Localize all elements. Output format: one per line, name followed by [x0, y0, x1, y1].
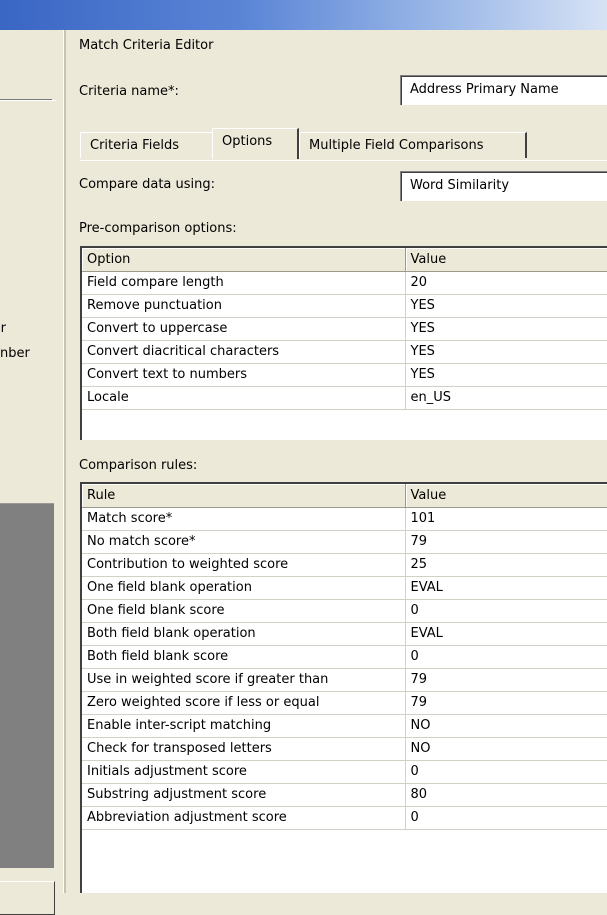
- cell-value[interactable]: YES: [405, 294, 607, 318]
- table-row[interactable]: Remove punctuation YES: [82, 294, 607, 318]
- table-row[interactable]: One field blank operation EVAL: [82, 576, 607, 600]
- cell-name: Initials adjustment score: [82, 760, 406, 784]
- table-row[interactable]: Convert to uppercase YES: [82, 317, 607, 341]
- column-header-value[interactable]: Value: [405, 248, 607, 272]
- cell-name: Contribution to weighted score: [82, 553, 406, 577]
- criteria-name-input[interactable]: Address Primary Name: [400, 75, 607, 105]
- table-row[interactable]: Both field blank score 0: [82, 645, 607, 669]
- cell-name: One field blank operation: [82, 576, 406, 600]
- cell-value[interactable]: 0: [405, 806, 607, 830]
- cell-value[interactable]: YES: [405, 317, 607, 341]
- pre-comparison-label: Pre-comparison options:: [79, 221, 237, 236]
- cell-name: Remove punctuation: [82, 294, 406, 318]
- left-pane-text-2: nber: [0, 346, 30, 361]
- editor-title: Match Criteria Editor: [79, 38, 214, 53]
- cell-value[interactable]: NO: [405, 714, 607, 738]
- cell-name: Abbreviation adjustment score: [82, 806, 406, 830]
- table-row[interactable]: Initials adjustment score 0: [82, 760, 607, 784]
- left-pane-separator: [0, 100, 56, 101]
- left-pane-button[interactable]: [0, 881, 55, 915]
- cell-name: Convert to uppercase: [82, 317, 406, 341]
- comparison-rules-label: Comparison rules:: [79, 458, 198, 473]
- cell-name: Both field blank score: [82, 645, 406, 669]
- table-row[interactable]: Substring adjustment score 80: [82, 783, 607, 807]
- cell-name: Check for transposed letters: [82, 737, 406, 761]
- table-row[interactable]: Zero weighted score if less or equal 79: [82, 691, 607, 715]
- table-row[interactable]: One field blank score 0: [82, 599, 607, 623]
- cell-value[interactable]: 79: [405, 668, 607, 692]
- table-row[interactable]: Check for transposed letters NO: [82, 737, 607, 761]
- cell-value[interactable]: NO: [405, 737, 607, 761]
- criteria-name-label: Criteria name*:: [79, 84, 179, 99]
- table-row[interactable]: Abbreviation adjustment score 0: [82, 806, 607, 830]
- cell-name: Convert diacritical characters: [82, 340, 406, 364]
- cell-name: No match score*: [82, 530, 406, 554]
- cell-name: Both field blank operation: [82, 622, 406, 646]
- cell-name: Match score*: [82, 507, 406, 531]
- tab-multiple-field-comparisons[interactable]: Multiple Field Comparisons: [299, 132, 527, 158]
- cell-value[interactable]: YES: [405, 363, 607, 387]
- column-header-option[interactable]: Option: [82, 248, 406, 272]
- cell-value[interactable]: 20: [405, 271, 607, 295]
- cell-value[interactable]: 0: [405, 760, 607, 784]
- tab-separator: [80, 160, 607, 161]
- cell-value[interactable]: YES: [405, 340, 607, 364]
- compare-data-label: Compare data using:: [79, 177, 216, 192]
- cell-name: Zero weighted score if less or equal: [82, 691, 406, 715]
- cell-value[interactable]: EVAL: [405, 622, 607, 646]
- window-titlebar: [0, 0, 607, 30]
- cell-value[interactable]: 79: [405, 530, 607, 554]
- comparison-rules-grid: Rule Value Match score* 101 No match score…: [80, 482, 607, 893]
- cell-value[interactable]: en_US: [405, 386, 607, 410]
- splitter[interactable]: [63, 30, 66, 893]
- left-pane: er nber: [0, 30, 63, 915]
- cell-value[interactable]: 25: [405, 553, 607, 577]
- left-pane-panel: [0, 36, 52, 101]
- pre-comparison-grid: Option Value Field compare length 20 Remov…: [80, 246, 607, 440]
- cell-name: Convert text to numbers: [82, 363, 406, 387]
- table-row[interactable]: Both field blank operation EVAL: [82, 622, 607, 646]
- cell-name: Enable inter-script matching: [82, 714, 406, 738]
- table-row[interactable]: Convert text to numbers YES: [82, 363, 607, 387]
- cell-value[interactable]: 101: [405, 507, 607, 531]
- cell-name: Field compare length: [82, 271, 406, 295]
- cell-value[interactable]: 0: [405, 599, 607, 623]
- table-row[interactable]: Enable inter-script matching NO: [82, 714, 607, 738]
- cell-name: Use in weighted score if greater than: [82, 668, 406, 692]
- tab-criteria-fields[interactable]: Criteria Fields: [80, 132, 215, 158]
- table-row[interactable]: Locale en_US: [82, 386, 607, 410]
- cell-name: Substring adjustment score: [82, 783, 406, 807]
- column-header-value[interactable]: Value: [405, 484, 607, 508]
- compare-data-select[interactable]: Word Similarity: [400, 171, 607, 201]
- left-pane-gray-area: [0, 503, 54, 868]
- cell-name: One field blank score: [82, 599, 406, 623]
- table-row[interactable]: Field compare length 20: [82, 271, 607, 295]
- cell-name: Locale: [82, 386, 406, 410]
- cell-value[interactable]: 80: [405, 783, 607, 807]
- cell-value[interactable]: EVAL: [405, 576, 607, 600]
- left-pane-text-1: er: [0, 321, 6, 336]
- table-row[interactable]: Contribution to weighted score 25: [82, 553, 607, 577]
- tab-options[interactable]: Options: [212, 128, 299, 159]
- table-row[interactable]: Convert diacritical characters YES: [82, 340, 607, 364]
- table-row[interactable]: Match score* 101: [82, 507, 607, 531]
- table-row[interactable]: Use in weighted score if greater than 79: [82, 668, 607, 692]
- table-row[interactable]: No match score* 79: [82, 530, 607, 554]
- column-header-rule[interactable]: Rule: [82, 484, 406, 508]
- cell-value[interactable]: 0: [405, 645, 607, 669]
- cell-value[interactable]: 79: [405, 691, 607, 715]
